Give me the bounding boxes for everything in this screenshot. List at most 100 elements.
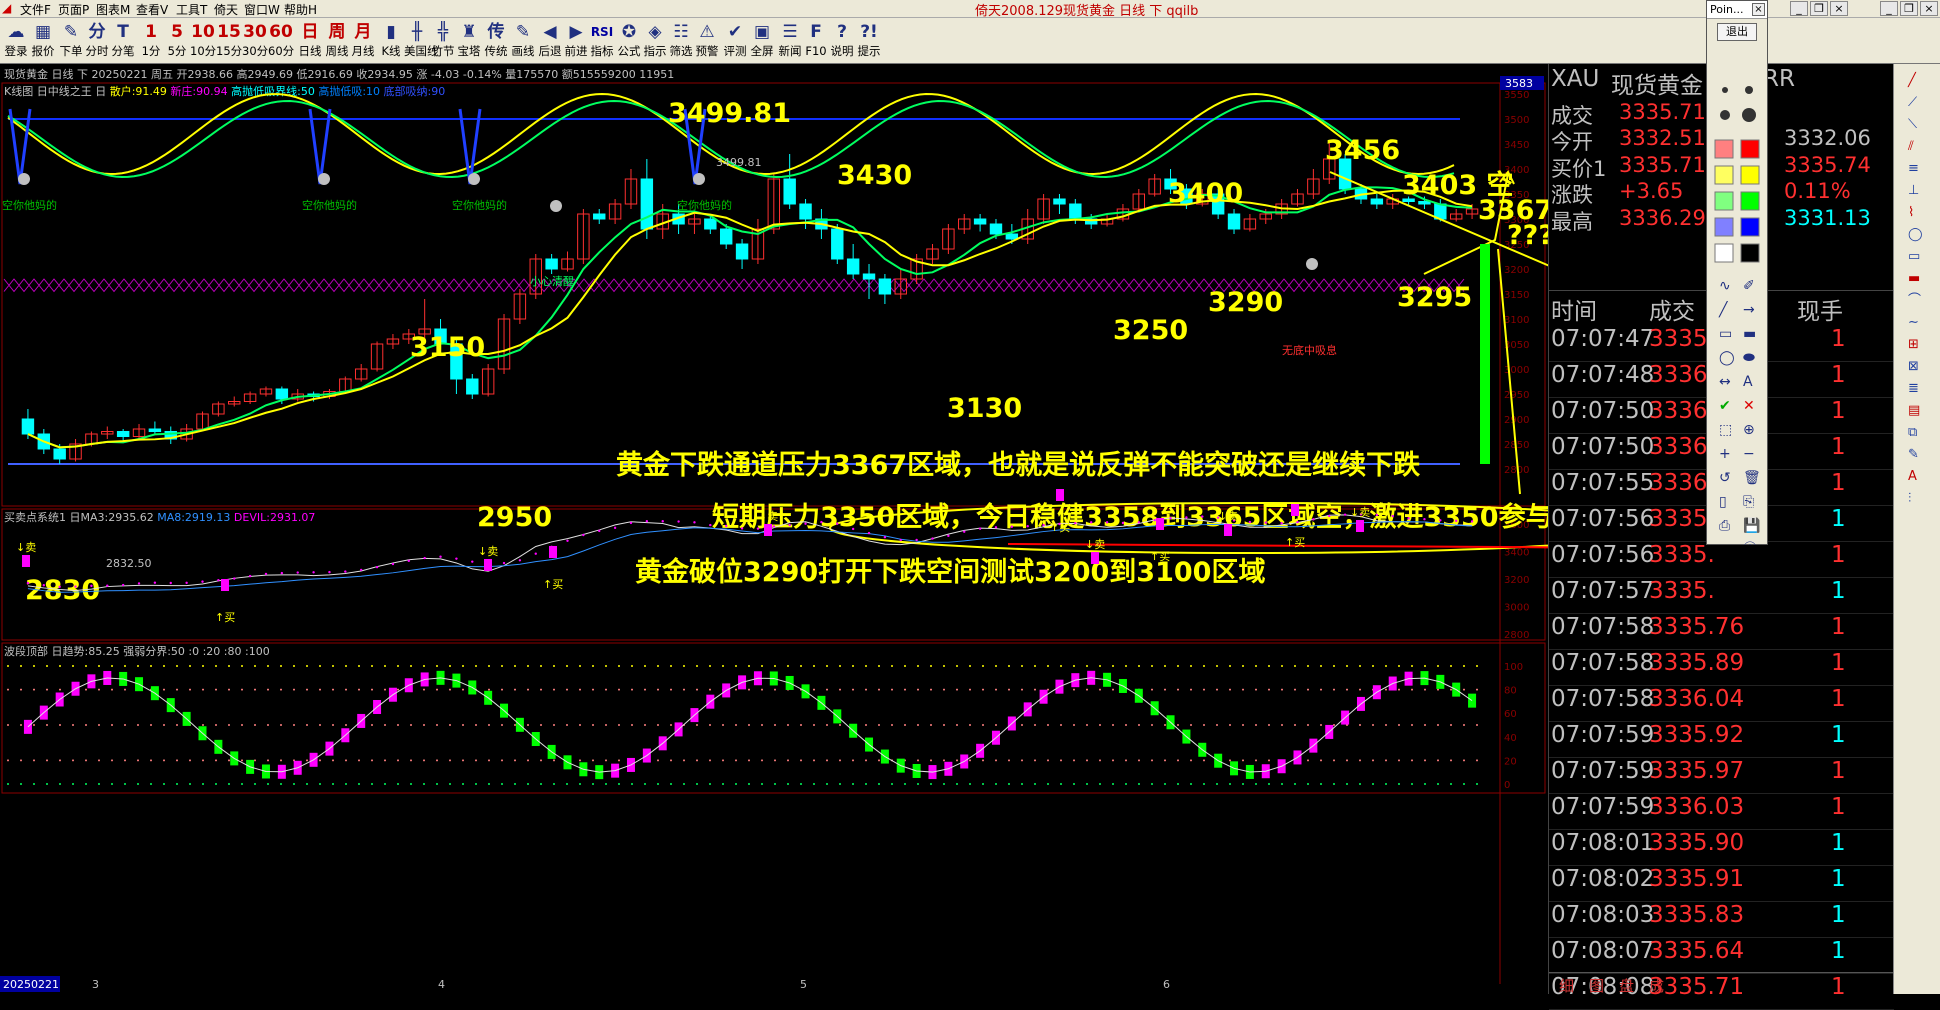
toolbar-button-1[interactable]: ▦ 报价: [30, 20, 56, 62]
menu-tools[interactable]: 工具T: [176, 1, 207, 18]
grid-dot: [449, 688, 451, 691]
toolbar-button-22[interactable]: RSI 指标: [589, 20, 615, 62]
toolbar-button-20[interactable]: ◀ 后退: [537, 20, 563, 62]
grid-dot: [930, 783, 932, 785]
tab-book[interactable]: 盘: [1619, 975, 1634, 996]
candle-body: [799, 203, 812, 220]
grid-dot: [1073, 688, 1075, 691]
grid-dot: [1437, 783, 1439, 785]
toolbar-button-6[interactable]: 5 5分: [164, 20, 190, 62]
quote-label: 最高: [1551, 210, 1593, 234]
dot-small-icon: [1722, 87, 1728, 93]
tick-row[interactable]: 07:08:02 3335.91 1: [1549, 866, 1894, 902]
tick-row[interactable]: 07:07:59 3336.03 1: [1549, 794, 1894, 830]
toolbar-button-27[interactable]: ✔ 评测: [722, 20, 748, 62]
grid-dot: [345, 759, 347, 762]
chart-area[interactable]: 现货黄金 日线 下 20250221 周五 开2938.66 高2949.69 …: [0, 64, 1671, 994]
toolbar-button-16[interactable]: ╬ 竹节: [430, 20, 456, 62]
menu-view[interactable]: 查看V: [136, 1, 168, 18]
devil-dot: [756, 527, 760, 530]
tab-trades[interactable]: 成: [1649, 975, 1664, 996]
palette-close-button[interactable]: ×: [1752, 3, 1765, 16]
signal-bar: [1156, 518, 1164, 530]
inner-minimize-button[interactable]: _: [1790, 1, 1808, 16]
tab-chart[interactable]: 图: [1589, 975, 1604, 996]
right-tool-icons[interactable]: ╱ ⟋ ⟍ ⫽ ≡ ⊥ ⌇ ◯ ▭ ▬ ⌒ ∼ ⊞ ⊠ ≣ ▤ ⧉ ✎ A ⫶: [1894, 64, 1940, 994]
grid-dot: [306, 688, 308, 691]
toolbar-button-18[interactable]: 传传统: [483, 20, 509, 62]
grid-dot: [189, 759, 191, 762]
toolbar-button-24[interactable]: ◈ 指示: [642, 20, 668, 62]
toolbar-button-0[interactable]: ☁ 登录: [3, 20, 29, 62]
axis-tick-label: 3550: [1504, 90, 1529, 101]
tick-time: 07:07:59: [1551, 758, 1655, 784]
toolbar-button-12[interactable]: 周周线: [324, 20, 350, 62]
palette-exit-button[interactable]: 退出: [1717, 23, 1757, 41]
close-button[interactable]: ×: [1920, 1, 1938, 16]
toolbar-button-30[interactable]: F F10: [803, 20, 829, 62]
tick-row[interactable]: 07:07:58 3336.04 1: [1549, 686, 1894, 722]
toolbar-button-13[interactable]: 月月线: [350, 20, 376, 62]
label-3150: 3150: [410, 332, 485, 363]
toolbar-button-5[interactable]: 1 1分: [138, 20, 164, 62]
menu-page[interactable]: 页面P: [58, 1, 89, 18]
toolbar-button-11[interactable]: 日日线: [297, 20, 323, 62]
menu-window[interactable]: 窗口W: [244, 1, 280, 18]
tick-row[interactable]: 07:08:03 3335.83 1: [1549, 902, 1894, 938]
palette-tools[interactable]: ∿ ✐ ╱ → ▭ ▬ ◯ ⬬ ↔ A ✔ ✕ ⬚ ⊕ +−↺ 🗑 ▯ ⎘ ⎙ 💾 ▦ ⓘ: [1707, 45, 1769, 558]
tick-row[interactable]: 07:07:57 3335. 1: [1549, 578, 1894, 614]
grid-dot: [618, 688, 620, 691]
grid-dot: [1437, 665, 1439, 667]
tick-row[interactable]: 07:08:01 3335.90 1: [1549, 830, 1894, 866]
toolbar-button-10[interactable]: 60 60分: [268, 20, 294, 62]
candle-body: [783, 178, 796, 205]
toolbar-icon: ✎: [63, 22, 79, 42]
menu-yitian[interactable]: 倚天: [214, 1, 238, 18]
toolbar-button-21[interactable]: ▶ 前进: [563, 20, 589, 62]
inner-restore-button[interactable]: ❐: [1810, 1, 1828, 16]
grid-dot: [1177, 724, 1179, 726]
grid-dot: [592, 783, 594, 785]
axis-tick-label: 0: [1504, 780, 1510, 791]
toolbar-button-8[interactable]: 15 15分: [216, 20, 242, 62]
toolbar-button-4[interactable]: T 分笔: [110, 20, 136, 62]
toolbar-button-7[interactable]: 10 10分: [190, 20, 216, 62]
menu-help[interactable]: 帮助H: [284, 1, 317, 18]
toolbar-button-14[interactable]: ▮ K线: [378, 20, 404, 62]
toolbar-button-32[interactable]: ?! 提示: [856, 20, 882, 62]
toolbar-button-19[interactable]: ✎ 画线: [510, 20, 536, 62]
tick-row[interactable]: 07:07:59 3335.97 1: [1549, 758, 1894, 794]
toolbar-button-28[interactable]: ▣ 全屏: [749, 20, 775, 62]
grid-dot: [683, 759, 685, 762]
grid-dot: [1307, 724, 1309, 726]
tick-row[interactable]: 07:07:58 3335.76 1: [1549, 614, 1894, 650]
toolbar-label: 下单: [59, 44, 83, 58]
toolbar-button-15[interactable]: ╫ 美国线: [404, 20, 439, 62]
grid-dot: [280, 688, 282, 691]
toolbar-button-17[interactable]: ♜ 宝塔: [456, 20, 482, 62]
toolbar-button-3[interactable]: 分分时: [84, 20, 110, 62]
toolbar-button-25[interactable]: ☷ 筛选: [668, 20, 694, 62]
toolbar-button-29[interactable]: ☰ 新闻: [777, 20, 803, 62]
tick-row[interactable]: 07:07:58 3335.89 1: [1549, 650, 1894, 686]
grid-dot: [605, 783, 607, 785]
toolbar-button-9[interactable]: 30 30分: [242, 20, 268, 62]
inner-close-button[interactable]: ×: [1830, 1, 1848, 16]
toolbar-button-26[interactable]: ⚠ 预警: [694, 20, 720, 62]
minimize-button[interactable]: _: [1880, 1, 1898, 16]
tick-time: 07:07:47: [1551, 326, 1655, 352]
tick-row[interactable]: 07:07:59 3335.92 1: [1549, 722, 1894, 758]
menu-file[interactable]: 文件F: [20, 1, 51, 18]
devil-dot: [883, 536, 887, 539]
tick-row[interactable]: 07:08:07 3335.64 1: [1549, 938, 1894, 974]
toolbar-button-31[interactable]: ? 说明: [829, 20, 855, 62]
restore-button[interactable]: ❐: [1900, 1, 1918, 16]
tick-time: 07:08:03: [1551, 902, 1655, 928]
grid-dot: [33, 759, 35, 762]
toolbar-button-23[interactable]: ✪ 公式: [616, 20, 642, 62]
tab-detail[interactable]: 细: [1559, 975, 1574, 996]
candle-body: [148, 428, 162, 432]
menu-chart[interactable]: 图表M: [96, 1, 130, 18]
app-icon[interactable]: ◢: [2, 1, 11, 15]
toolbar-button-2[interactable]: ✎ 下单: [58, 20, 84, 62]
